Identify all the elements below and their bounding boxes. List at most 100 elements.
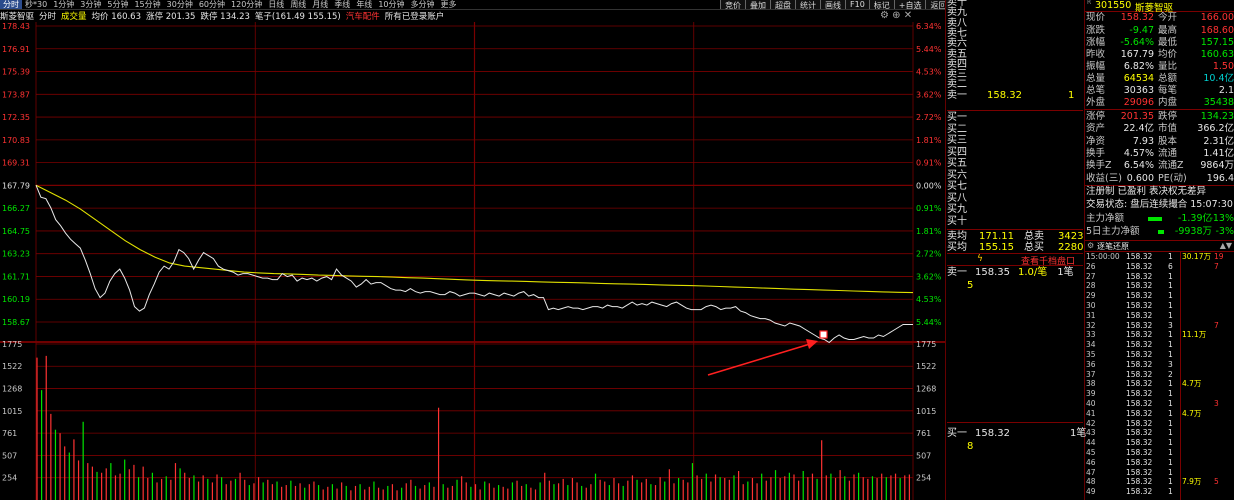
- toolbar-button-2[interactable]: 超盘: [770, 0, 795, 10]
- tick-count: 1: [1168, 408, 1173, 418]
- queue-sell-n: 1笔: [1057, 267, 1074, 278]
- period-tab-14[interactable]: 10分钟: [375, 0, 407, 9]
- tick-count: 2: [1168, 369, 1173, 379]
- depth-link-bar[interactable]: ϟ 查看千档盘口: [947, 253, 1083, 267]
- tick-time: 34: [1086, 340, 1096, 350]
- tick-row: 26 158.32 6 7: [1086, 262, 1234, 271]
- pct-tick-label: 1.81%: [916, 136, 942, 145]
- toolbar-button-3[interactable]: 统计: [795, 0, 820, 10]
- buy-level-4-label: 买四: [947, 146, 967, 158]
- quote-row-7: 外盘 29096 内盘 35438: [1086, 97, 1234, 109]
- volume-tick-label-right: 761: [916, 429, 931, 438]
- up-down-arrows-icon[interactable]: ▲▼: [1220, 241, 1232, 250]
- quote-label-2: 跌停: [1158, 111, 1178, 122]
- lightning-icon: ϟ: [977, 254, 983, 264]
- account-label[interactable]: 所有已登录账户: [385, 10, 445, 22]
- period-tab-11[interactable]: 月线: [309, 0, 331, 9]
- period-tab-0[interactable]: 分时: [0, 0, 22, 9]
- gear-icon[interactable]: ⚙ ⊕ ✕: [880, 10, 912, 21]
- period-tab-3[interactable]: 3分钟: [77, 0, 104, 9]
- sell-level-1-price: 158.32: [987, 89, 1022, 101]
- period-tab-9[interactable]: 日线: [265, 0, 287, 9]
- volume-toggle[interactable]: 成交量: [61, 10, 87, 22]
- toolbar-button-1[interactable]: 叠加: [745, 0, 770, 10]
- tick-count: 1: [1168, 428, 1173, 438]
- quote-label: 总量: [1086, 73, 1106, 84]
- tick-row: 34 158.32 1: [1086, 340, 1234, 349]
- tick-count: 3: [1168, 359, 1173, 369]
- tick-time: 38: [1086, 379, 1096, 389]
- volume-tick-label: 1775: [2, 340, 22, 349]
- quote-value: 64534: [1123, 73, 1154, 84]
- ticks-header[interactable]: ⚙ 逐笔还原 ▲▼: [1085, 240, 1234, 252]
- tick-price: 158.32: [1126, 261, 1153, 271]
- price-tick-label: 176.91: [2, 45, 30, 54]
- tick-price: 158.32: [1126, 399, 1153, 408]
- quote-value: 158.32: [1120, 12, 1154, 23]
- main-net-label: 主力净额: [1086, 213, 1125, 224]
- period-tab-4[interactable]: 5分钟: [104, 0, 131, 9]
- period-tab-1[interactable]: 秒*30: [22, 0, 50, 9]
- period-tab-12[interactable]: 季线: [331, 0, 353, 9]
- tick-price: 158.32: [1126, 281, 1153, 291]
- quote-label: 涨跌: [1086, 25, 1106, 36]
- quote-row-13: 收益(三) 0.600 PE(动) 196.4: [1086, 173, 1234, 185]
- toolbar-button-4[interactable]: 画线: [820, 0, 845, 10]
- limit-down-label: 跌停 134.23: [200, 11, 250, 22]
- tick-row: 42 158.32 1: [1086, 419, 1234, 428]
- period-tab-15[interactable]: 多分钟: [408, 0, 438, 9]
- quote-label: 净资: [1086, 136, 1106, 147]
- tick-amount: 7.9万: [1182, 477, 1202, 487]
- period-tab-6[interactable]: 30分钟: [164, 0, 196, 9]
- quote-label-2: 最低: [1158, 37, 1178, 48]
- volume-tick-label: 761: [2, 429, 17, 438]
- concept-label[interactable]: 汽车配件: [346, 10, 380, 22]
- tick-time: 35: [1086, 350, 1096, 359]
- period-tab-8[interactable]: 120分钟: [228, 0, 265, 9]
- tick-price: 158.32: [1126, 359, 1153, 369]
- toolbar-button-0[interactable]: 竞价: [720, 0, 745, 10]
- period-tab-5[interactable]: 15分钟: [131, 0, 163, 9]
- tick-time: 39: [1086, 389, 1096, 399]
- toolbar-button-6[interactable]: 标记: [868, 0, 894, 10]
- sell-level-1-volume: 1: [1068, 89, 1075, 101]
- pct-tick-label: 2.72%: [916, 113, 942, 122]
- gear-icon[interactable]: ⚙: [1087, 241, 1094, 250]
- intraday-chart[interactable]: 178.43 6.34% 176.91 5.44% 175.39 4.53% 173.87 3…: [0, 22, 945, 500]
- tick-row: 43 158.32 1: [1086, 428, 1234, 437]
- quote-value: -9.47: [1129, 25, 1154, 36]
- period-tab-16[interactable]: 更多: [438, 0, 460, 9]
- tick-row: 46 158.32 1: [1086, 458, 1234, 467]
- separator: [947, 422, 1083, 423]
- price-tick-label: 172.35: [2, 113, 30, 122]
- right-toolbar: 竞价 叠加 超盘 统计 画线 F10 标记 +自选 返回: [720, 0, 951, 10]
- main5-value: -9938万: [1174, 226, 1212, 237]
- depth-link[interactable]: 查看千档盘口: [1021, 254, 1075, 267]
- tick-row: 30 158.32 1: [1086, 301, 1234, 310]
- tick-row: 38 158.32 1 4.7万: [1086, 379, 1234, 388]
- tick-row: 39 158.32 1: [1086, 389, 1234, 398]
- tick-count: 1: [1168, 389, 1173, 399]
- period-tab-10[interactable]: 周线: [287, 0, 309, 9]
- tick-row: 44 158.32 1: [1086, 438, 1234, 447]
- price-tick-label: 164.75: [2, 227, 30, 236]
- tick-row: 35 158.32 1: [1086, 350, 1234, 359]
- tick-time: 47: [1086, 467, 1096, 477]
- tick-price: 158.32: [1126, 369, 1153, 379]
- queue-sell-price: 158.35: [975, 267, 1010, 278]
- quote-label: 收益(三): [1086, 173, 1122, 184]
- volume-tick-label: 1522: [2, 362, 22, 371]
- tick-time: 27: [1086, 271, 1096, 281]
- period-tab-13[interactable]: 年线: [353, 0, 375, 9]
- price-tick-label: 169.31: [2, 159, 30, 168]
- period-tab-2[interactable]: 1分钟: [50, 0, 77, 9]
- annotation-arrow: [707, 343, 811, 376]
- pct-tick-label: 4.53%: [916, 68, 942, 77]
- avg-price-label: 均价 160.63: [91, 11, 141, 22]
- tick-time: 44: [1086, 438, 1096, 448]
- toolbar-button-5[interactable]: F10: [845, 0, 869, 9]
- period-tab-7[interactable]: 60分钟: [196, 0, 228, 9]
- tick-row: 36 158.32 3: [1086, 360, 1234, 369]
- avg-sell-value: 171.11: [979, 231, 1014, 242]
- toolbar-button-7[interactable]: +自选: [893, 0, 926, 10]
